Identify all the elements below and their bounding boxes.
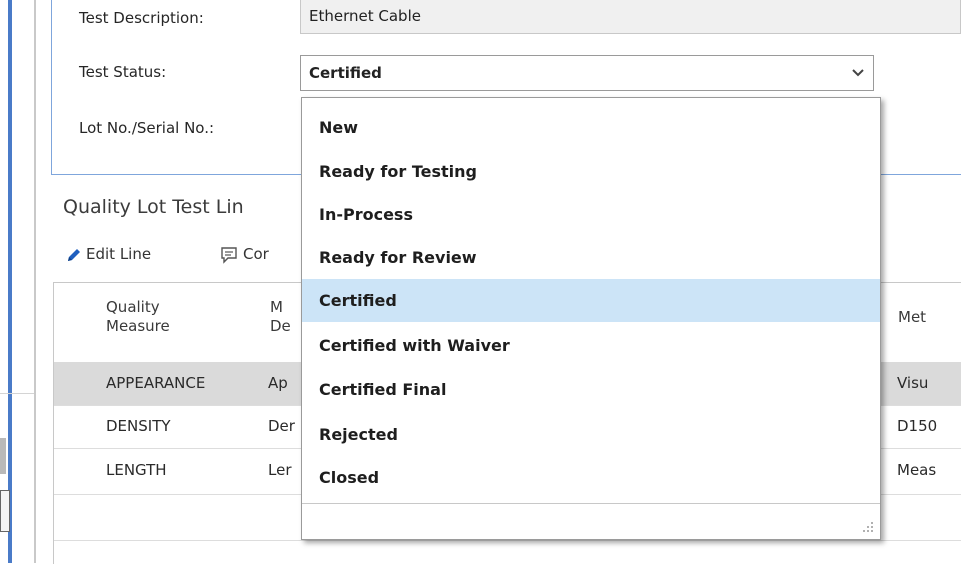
lot-serial-label: Lot No./Serial No.: [79, 119, 215, 137]
column-header-method[interactable]: Met [898, 308, 926, 327]
row-divider [54, 540, 961, 541]
column-header-line1: M [270, 298, 283, 316]
status-option-certified-final[interactable]: Certified Final [302, 368, 880, 411]
side-notch [0, 438, 6, 474]
left-background [0, 0, 34, 563]
content-left-edge [34, 0, 36, 563]
comments-label: Cor [243, 245, 269, 263]
cell-method: Visu [897, 374, 929, 392]
cell-description: Ler [268, 461, 292, 479]
side-divider [0, 393, 34, 394]
test-status-value: Certified [309, 64, 382, 82]
status-option-certified[interactable]: Certified [302, 279, 880, 322]
column-header-line1: Quality [106, 298, 160, 316]
test-status-dropdown-list[interactable]: New Ready for Testing In-Process Ready f… [301, 97, 881, 540]
status-option-ready-for-testing[interactable]: Ready for Testing [302, 150, 880, 193]
test-description-field[interactable]: Ethernet Cable [300, 0, 961, 34]
cell-method: Meas [897, 461, 937, 479]
status-option-in-process[interactable]: In-Process [302, 193, 880, 236]
column-header-description[interactable]: M De [270, 298, 291, 336]
test-description-label: Test Description: [79, 9, 204, 27]
section-title: Quality Lot Test Lin [63, 196, 244, 218]
test-status-label: Test Status: [79, 63, 167, 81]
status-option-closed[interactable]: Closed [302, 456, 880, 499]
pencil-icon [68, 249, 80, 261]
chevron-down-icon[interactable] [851, 65, 865, 79]
column-header-line2: Measure [106, 317, 170, 335]
cell-description: Der [268, 417, 295, 435]
left-accent-bar [8, 0, 12, 563]
side-handle[interactable] [0, 490, 10, 532]
cell-quality-measure: APPEARANCE [106, 374, 206, 392]
status-option-ready-for-review[interactable]: Ready for Review [302, 236, 880, 279]
column-header-line2: De [270, 317, 291, 335]
status-option-rejected[interactable]: Rejected [302, 413, 880, 456]
status-option-new[interactable]: New [302, 106, 880, 149]
status-option-certified-with-waiver[interactable]: Certified with Waiver [302, 324, 880, 367]
test-status-select[interactable]: Certified [300, 55, 874, 91]
resize-grip-icon[interactable] [862, 521, 874, 533]
edit-line-label: Edit Line [86, 245, 152, 263]
comment-icon [221, 247, 237, 264]
dropdown-footer-separator [302, 503, 880, 504]
cell-quality-measure: LENGTH [106, 461, 167, 479]
cell-quality-measure: DENSITY [106, 417, 171, 435]
cell-method: D150 [897, 417, 938, 435]
column-header-quality-measure[interactable]: Quality Measure [106, 298, 170, 336]
cell-description: Ap [268, 374, 288, 392]
